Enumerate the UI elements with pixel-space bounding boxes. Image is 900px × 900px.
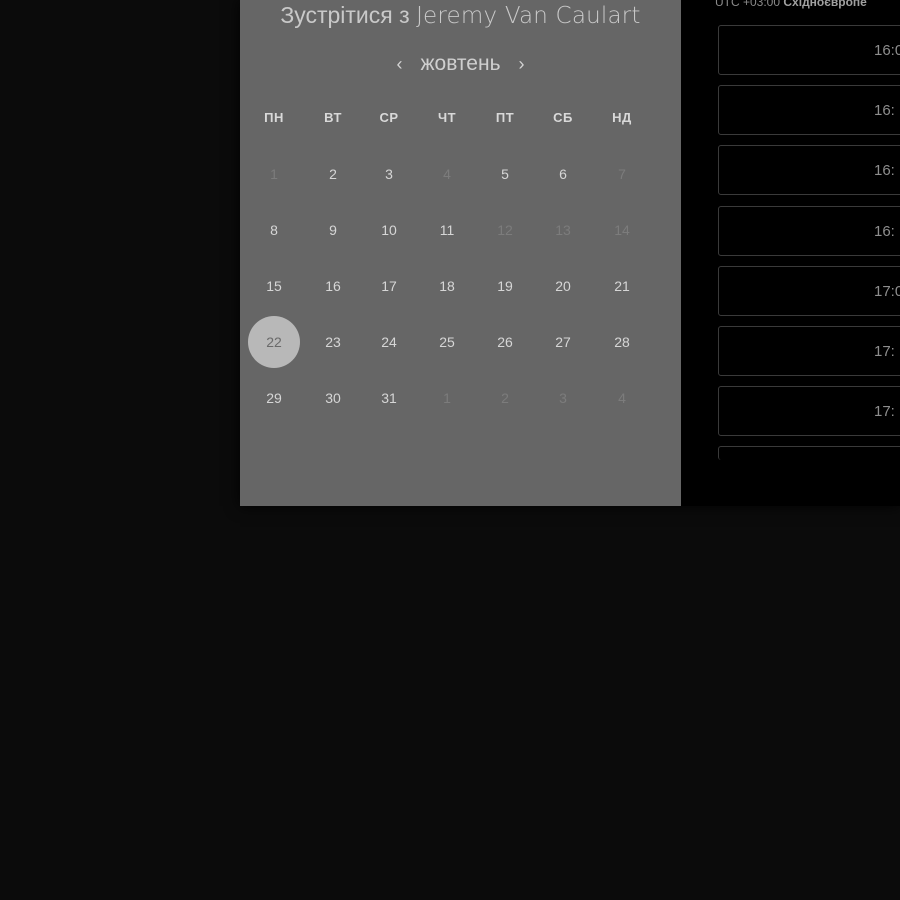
calendar-day: 4: [443, 166, 451, 182]
calendar-day[interactable]: 8: [248, 204, 300, 256]
calendar-day[interactable]: 26: [479, 316, 531, 368]
calendar-day: 1: [443, 390, 451, 406]
chevron-right-icon[interactable]: ›: [511, 54, 533, 75]
time-slot-button[interactable]: [718, 446, 900, 460]
time-slot-button[interactable]: 17:: [718, 326, 900, 376]
weekday-label: СБ: [553, 110, 573, 125]
calendar-day[interactable]: 9: [307, 204, 359, 256]
weekday-label: ЧТ: [437, 110, 457, 125]
calendar-day[interactable]: 27: [537, 316, 589, 368]
time-slots-panel: UTC +03:00 Східноєвропе 16:0 16: 16: 16: 17:…: [681, 0, 900, 506]
calendar-day[interactable]: 6: [537, 148, 589, 200]
calendar-day[interactable]: 19: [479, 260, 531, 312]
calendar-day[interactable]: 23: [307, 316, 359, 368]
time-slot-label: 17:: [874, 343, 895, 360]
calendar-day[interactable]: 2: [307, 148, 359, 200]
calendar-day: 2: [501, 390, 509, 406]
timezone-name: Східноєвропе: [783, 0, 867, 9]
calendar-panel: Зустрітися з Jeremy Van Caulart ‹ жовтен…: [240, 0, 681, 506]
time-slot-button[interactable]: 16:: [718, 145, 900, 196]
time-slot-label: 16:: [874, 222, 895, 240]
calendar-day: 1: [270, 166, 278, 182]
calendar-day-selected[interactable]: 22: [248, 316, 300, 368]
calendar-day[interactable]: 15: [248, 260, 300, 312]
calendar-day[interactable]: 28: [596, 316, 648, 368]
title-prefix: Зустрітися з: [280, 2, 410, 28]
calendar-day[interactable]: 10: [363, 204, 415, 256]
calendar-day[interactable]: 18: [421, 260, 473, 312]
time-slot-label: 16:0: [874, 42, 900, 59]
time-slot-label: 17:: [874, 403, 895, 421]
calendar-day[interactable]: 29: [248, 372, 300, 424]
calendar-day: 4: [618, 390, 626, 406]
month-label: жовтень: [420, 52, 501, 75]
calendar-day[interactable]: 20: [537, 260, 589, 312]
calendar-day: 13: [555, 222, 571, 238]
time-slot-label: 16:: [874, 102, 895, 120]
timezone-offset: UTC +03:00: [715, 0, 781, 9]
calendar-day: 3: [559, 390, 567, 406]
time-slot-button[interactable]: 16:: [718, 85, 900, 136]
time-slot-button[interactable]: 16:0: [718, 25, 900, 75]
weekday-label: НД: [612, 110, 632, 125]
modal-title: Зустрітися з Jeremy Van Caulart: [240, 2, 681, 29]
weekday-label: ВТ: [324, 110, 342, 125]
calendar-day[interactable]: 21: [596, 260, 648, 312]
weekday-header-row: ПН ВТ СР ЧТ ПТ СБ НД: [240, 110, 681, 130]
time-slot-button[interactable]: 17:0: [718, 265, 900, 316]
weekday-label: ПТ: [495, 110, 515, 125]
calendar-day[interactable]: 11: [421, 204, 473, 256]
time-slot-button[interactable]: 16:: [718, 205, 900, 256]
calendar-day[interactable]: 25: [421, 316, 473, 368]
calendar-day[interactable]: 31: [363, 372, 415, 424]
time-slot-label: 17:0: [874, 282, 900, 300]
calendar-day[interactable]: 5: [479, 148, 531, 200]
chevron-left-icon[interactable]: ‹: [388, 54, 410, 75]
calendar-day[interactable]: 16: [307, 260, 359, 312]
calendar-day[interactable]: 30: [307, 372, 359, 424]
time-slot-label: 16:: [874, 162, 895, 180]
weekday-label: ПН: [264, 110, 284, 125]
booking-modal: Зустрітися з Jeremy Van Caulart ‹ жовтен…: [240, 0, 900, 506]
calendar-day[interactable]: 24: [363, 316, 415, 368]
time-slot-button[interactable]: 17:: [718, 386, 900, 437]
calendar-day: 14: [614, 222, 630, 238]
timezone-label: UTC +03:00 Східноєвропе: [715, 0, 867, 9]
month-navigation: ‹ жовтень ›: [240, 50, 681, 78]
calendar-day: 12: [497, 222, 513, 238]
host-name: Jeremy Van Caulart: [416, 3, 641, 29]
calendar-day[interactable]: 3: [363, 148, 415, 200]
calendar-day[interactable]: 17: [363, 260, 415, 312]
weekday-label: СР: [379, 110, 399, 125]
calendar-day: 7: [618, 166, 626, 182]
